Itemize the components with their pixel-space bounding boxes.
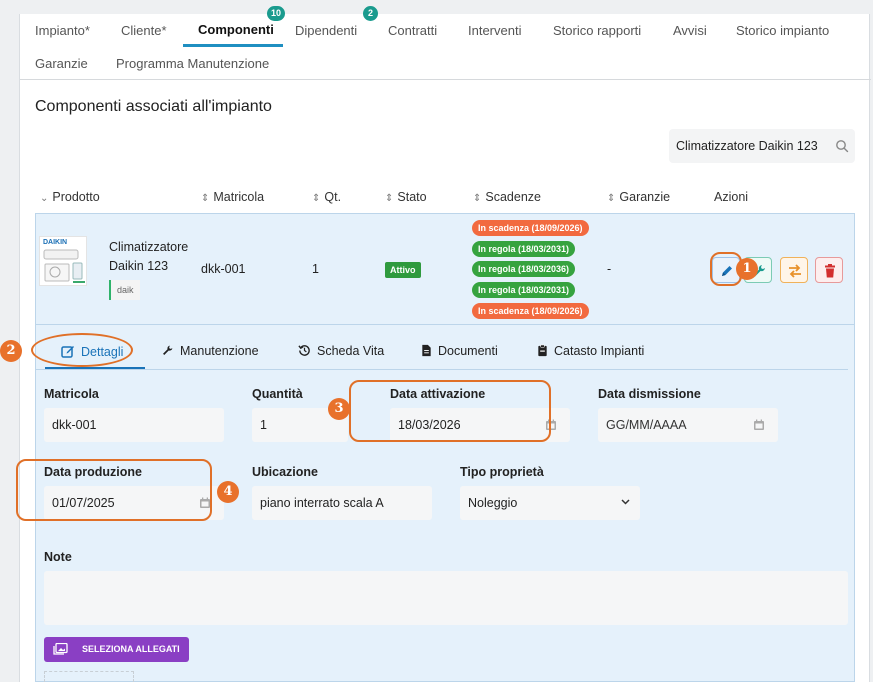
transfer-button[interactable] [780,257,808,283]
tab-storico-rapporti[interactable]: Storico rapporti [553,23,641,38]
search-value: Climatizzatore Daikin 123 [676,139,818,153]
tipo-proprieta-label: Tipo proprietà [460,465,544,479]
main-panel: Impianto* Cliente* Componenti 10 Dipende… [19,6,871,682]
section-title: Componenti associati all'impianto [35,98,272,115]
callout-marker: 1 [736,258,758,280]
matricola-cell: dkk-001 [201,262,246,276]
column-header-stato[interactable]: ⇕ Stato [385,190,427,204]
callout-ring-data-attivazione [349,380,551,442]
callout-marker: 3 [328,398,350,420]
subtab-divider [35,369,848,370]
trash-icon [825,264,835,278]
column-header-scadenze[interactable]: ⇕ Scadenze [473,190,541,204]
air-conditioner-icon [43,249,85,283]
matricola-field[interactable]: dkk-001 [44,408,224,442]
note-label: Note [44,550,72,564]
sort-icon: ⇕ [385,193,394,204]
tab-storico-impianto[interactable]: Storico impianto [736,23,829,38]
quantita-label: Quantità [252,387,303,401]
document-icon [422,344,431,357]
tab-cliente[interactable]: Cliente* [121,23,167,38]
product-name[interactable]: Climatizzatore Daikin 123 [109,238,199,276]
clipboard-icon [538,344,547,357]
column-header-qt[interactable]: ⇕ Qt. [312,190,341,204]
callout-marker: 2 [0,340,22,362]
product-image: DAIKIN [39,236,87,286]
tab-programma-manutenzione[interactable]: Programma Manutenzione [116,56,269,71]
deadline-badge: In scadenza (18/09/2026) [472,220,589,236]
attachment-drop-zone[interactable] [44,671,134,682]
images-icon [53,643,68,655]
delete-button[interactable] [815,257,843,283]
column-header-azioni: Azioni [714,190,749,204]
data-dismissione-label: Data dismissione [598,387,701,401]
garanzie-cell: - [607,262,612,276]
status-badge: Attivo [385,262,421,278]
chevron-down-icon: ⌄ [40,193,49,204]
column-header-matricola[interactable]: ⇕ Matricola [201,190,264,204]
deadline-badge: In regola (18/03/2031) [472,282,576,298]
sort-icon: ⇕ [312,193,321,204]
tab-garanzie[interactable]: Garanzie [35,56,88,71]
select-attachments-button[interactable]: SELEZIONA ALLEGATI [44,637,189,662]
deadline-badge: In scadenza (18/09/2026) [472,303,589,319]
subtab-manutenzione[interactable]: Manutenzione [161,344,259,358]
wrench-icon [163,345,173,355]
ubicazione-label: Ubicazione [252,465,318,479]
callout-ring-data-produzione [16,459,212,521]
active-tab-indicator [183,44,283,47]
ubicazione-field[interactable]: piano interrato scala A [252,486,432,520]
tab-interventi[interactable]: Interventi [468,23,521,38]
search-icon[interactable] [835,139,849,153]
search-input[interactable]: Climatizzatore Daikin 123 [669,129,855,163]
chevron-down-icon [621,499,630,505]
matricola-label: Matricola [44,387,99,401]
brand-logo: DAIKIN [43,239,68,246]
subtab-scheda-vita[interactable]: Scheda Vita [298,344,384,358]
deadline-badge: In regola (18/03/2036) [472,261,576,277]
contratti-count-badge: 2 [363,6,378,21]
history-icon [298,345,310,356]
tab-contratti[interactable]: Contratti [388,23,437,38]
callout-marker: 4 [217,481,239,503]
column-header-garanzie[interactable]: ⇕ Garanzie [607,190,670,204]
tipo-proprieta-select[interactable]: Noleggio [460,486,640,520]
deadline-badge: In regola (18/03/2031) [472,241,576,257]
tab-impianto[interactable]: Impianto* [35,23,90,38]
tab-dipendenti[interactable]: Dipendenti [295,23,357,38]
tab-componenti[interactable]: Componenti [198,22,274,37]
note-textarea[interactable] [44,571,848,625]
column-header-prodotto[interactable]: ⌄ Prodotto [40,190,100,204]
row-divider [35,324,855,325]
subtab-catasto-impianti[interactable]: Catasto Impianti [537,344,644,358]
tab-avvisi[interactable]: Avvisi [673,23,707,38]
sort-icon: ⇕ [473,193,482,204]
product-tag: daik [109,280,140,300]
swap-arrows-icon [789,264,801,278]
callout-ring-dettagli [31,333,133,367]
data-dismissione-field[interactable]: GG/MM/AAAA [598,408,778,442]
componenti-count-badge: 10 [267,6,286,21]
subtab-documenti[interactable]: Documenti [421,344,498,358]
sort-icon: ⇕ [607,193,616,204]
calendar-icon[interactable] [753,419,765,431]
qty-cell: 1 [312,262,319,276]
sort-icon: ⇕ [201,193,210,204]
tab-bar: Impianto* Cliente* Componenti 10 Dipende… [20,6,871,80]
